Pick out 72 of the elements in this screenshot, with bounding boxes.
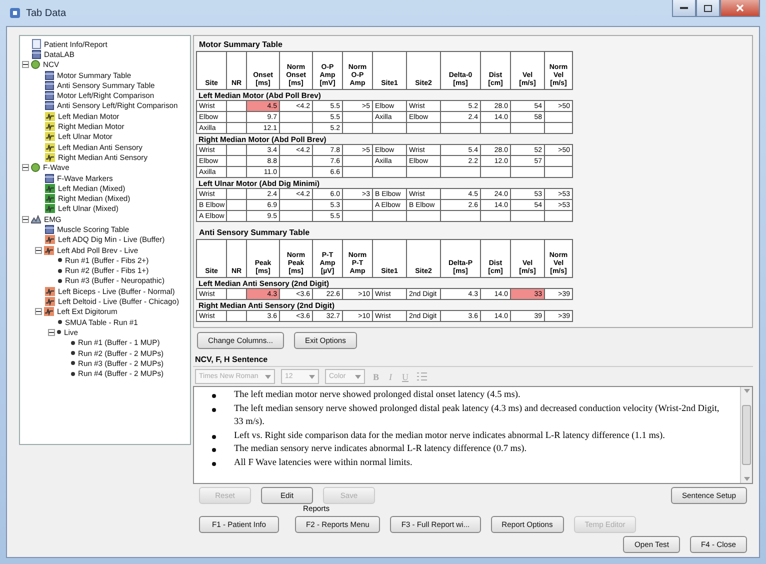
close-button[interactable] [720,0,760,17]
table-icon [32,50,41,59]
expand-toggle[interactable] [22,164,29,172]
caret-icon [265,374,271,379]
caret-icon [744,389,750,394]
bullet-icon [71,351,75,356]
section-title: NCV, F, H Sentence [193,349,753,368]
minimize-icon [680,6,688,10]
sentence-text: The left median sensory nerve showed prolonged distal peak latency (4.3 ms) and decreased conduction velocity (Wrist-2nd Digit, 33 m/s). [234,404,720,428]
window-title: Tab Data [26,8,66,18]
waveform-icon [45,184,55,193]
expand-toggle[interactable] [48,328,55,336]
waveform-icon [45,152,55,162]
bullet-icon [57,330,61,334]
table-cell [226,188,246,200]
waveform-icon [45,194,55,204]
bullet-icon [212,462,216,466]
sentence-text: The left median motor nerve showed prolonged distal onset latency (4.5 ms). [234,390,520,400]
table-cell [226,144,246,156]
chart-icon [31,214,41,224]
expand-toggle[interactable] [35,308,42,316]
caret-icon [744,476,750,481]
scrollbar[interactable] [740,387,752,483]
waveform-icon [45,286,55,296]
maximize-icon [704,4,712,12]
sentence-text-area[interactable] [193,386,753,484]
bullet-icon [58,268,62,273]
waveform-icon [45,297,55,306]
sentence-text: The median sensory nerve indicates abnormal L-R latency difference (0.7 ms). [234,444,527,454]
bullet-icon [212,448,216,452]
table-cell [226,288,246,300]
table-title: Motor Summary Table [198,39,284,51]
waveform-icon [45,112,55,121]
bullet-icon [212,394,216,398]
circle-icon [31,60,40,70]
waveform-icon [45,204,55,214]
sentence-text: Left vs. Right side comparison data for the median motor nerve indicates abnormal L-R latency difference (1.1 ms). [234,430,665,441]
expand-toggle[interactable] [22,61,29,68]
table-icon [45,101,54,110]
bullet-icon [71,361,75,366]
caret-icon [355,374,361,379]
table-cell [226,100,246,112]
table-icon [45,91,54,100]
bullet-icon [58,258,62,262]
bullet-icon [71,340,75,345]
close-icon [736,4,744,12]
circle-icon [31,163,40,172]
table-title: Anti Sensory Summary Table [198,227,311,239]
waveform-icon [45,132,55,142]
expand-toggle[interactable] [35,246,42,254]
bullet-icon [212,408,216,412]
table-cell [226,310,246,322]
waveform-icon [45,142,55,152]
waveform-icon [45,122,55,132]
minimize-button[interactable] [672,0,696,17]
bullet-icon [58,278,62,283]
maximize-button[interactable] [696,0,720,17]
table-icon [45,80,54,90]
sentence-text: All F Wave latencies were within normal limits. [234,458,412,468]
bullet-icon [212,434,216,439]
table-icon [45,70,54,80]
expand-toggle[interactable] [22,216,29,223]
table-icon [45,224,54,234]
bullet-icon [58,320,62,324]
table-icon [45,174,54,182]
waveform-icon [45,235,55,244]
waveform-icon [44,307,54,316]
document-icon [32,39,41,50]
bullet-icon [71,372,75,376]
app-icon [10,8,20,18]
waveform-icon [44,246,54,255]
caret-icon [309,374,315,379]
